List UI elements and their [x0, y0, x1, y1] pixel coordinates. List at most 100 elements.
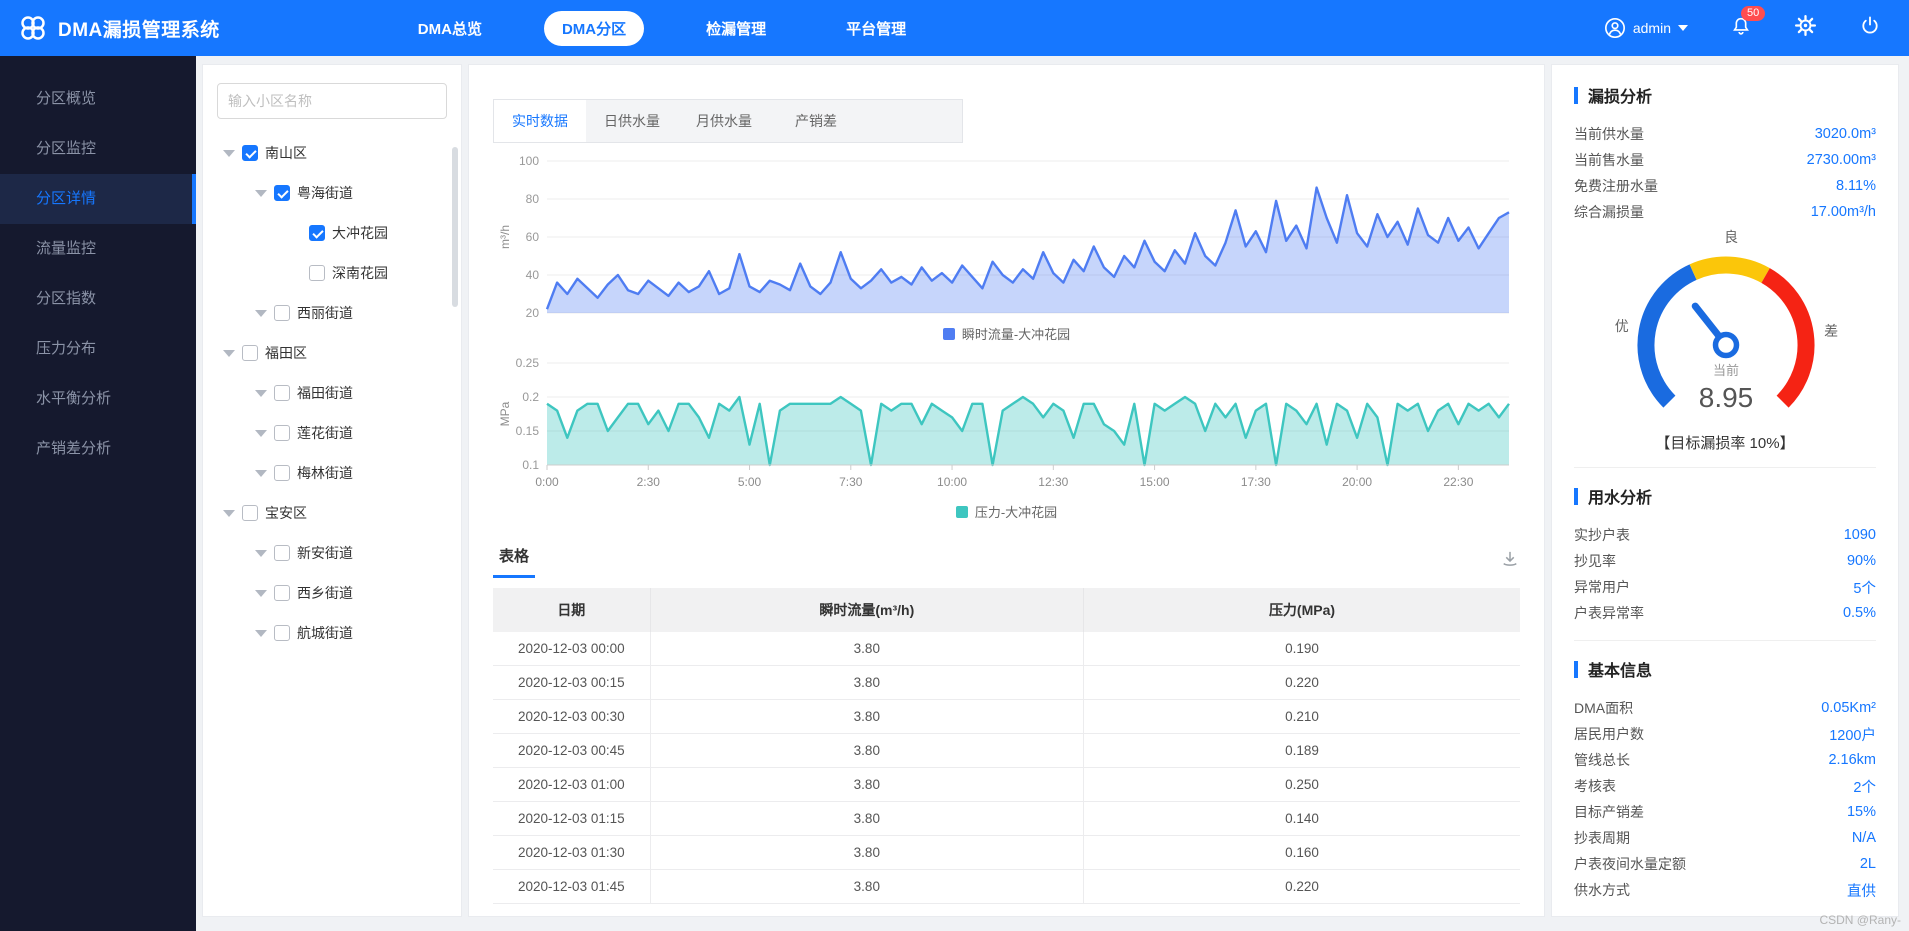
info-value: 17.00m³/h [1811, 204, 1876, 220]
user-menu[interactable]: admin [1604, 17, 1688, 39]
tree-node-8[interactable]: 梅林街道 [217, 453, 447, 493]
tree-node-9[interactable]: 宝安区 [217, 493, 447, 533]
tree-checkbox[interactable] [242, 145, 258, 161]
info-row: 实抄户表1090 [1574, 522, 1876, 548]
tree-checkbox[interactable] [242, 345, 258, 361]
info-label: DMA面积 [1574, 698, 1633, 718]
info-row: 免费注册水量8.11% [1574, 173, 1876, 199]
sidebar-item-3[interactable]: 流量监控 [0, 224, 196, 274]
tree-node-4[interactable]: 西丽街道 [217, 293, 447, 333]
info-row: 居民用户数1200户 [1574, 721, 1876, 747]
tree-node-6[interactable]: 福田街道 [217, 373, 447, 413]
settings-button[interactable] [1794, 14, 1817, 42]
chart-tab-3[interactable]: 产销差 [770, 100, 862, 142]
tree-node-12[interactable]: 航城街道 [217, 613, 447, 653]
info-label: 当前供水量 [1574, 124, 1644, 144]
chart-tab-0[interactable]: 实时数据 [494, 100, 586, 142]
tree-checkbox[interactable] [309, 225, 325, 241]
download-button[interactable] [1500, 549, 1520, 574]
svg-text:12:30: 12:30 [1038, 475, 1068, 489]
tree-checkbox[interactable] [274, 385, 290, 401]
info-row: 综合漏损量17.00m³/h [1574, 199, 1876, 225]
caret-down-icon[interactable] [255, 430, 267, 437]
chart-tab-1[interactable]: 日供水量 [586, 100, 678, 142]
nav-tab-3[interactable]: 平台管理 [828, 11, 924, 46]
info-value: N/A [1852, 830, 1876, 846]
tree-checkbox[interactable] [274, 545, 290, 561]
info-row: 目标产销差15% [1574, 799, 1876, 825]
body-row: 分区概览分区监控分区详情流量监控分区指数压力分布水平衡分析产销差分析 南山区粤海… [0, 56, 1909, 931]
caret-down-icon[interactable] [255, 310, 267, 317]
sidebar-item-1[interactable]: 分区监控 [0, 124, 196, 174]
svg-text:差: 差 [1824, 323, 1838, 339]
table-cell: 3.80 [650, 836, 1083, 870]
sidebar-item-4[interactable]: 分区指数 [0, 274, 196, 324]
info-label: 目标产销差 [1574, 802, 1644, 822]
nav-tab-1[interactable]: DMA分区 [544, 11, 644, 46]
notifications-button[interactable]: 50 [1730, 15, 1752, 42]
section-title: 基本信息 [1574, 657, 1876, 681]
flow-chart-legend[interactable]: 瞬时流量-大冲花园 [493, 324, 1520, 343]
tree-node-10[interactable]: 新安街道 [217, 533, 447, 573]
caret-down-icon[interactable] [223, 510, 235, 517]
gauge-target-text: 【目标漏损率 10%】 [1574, 432, 1876, 453]
sidebar-item-5[interactable]: 压力分布 [0, 324, 196, 374]
tree-node-7[interactable]: 莲花街道 [217, 413, 447, 453]
table-cell: 0.220 [1084, 870, 1520, 904]
section-title: 用水分析 [1574, 484, 1876, 508]
tree-node-label: 西乡街道 [297, 583, 353, 603]
tree-checkbox[interactable] [274, 625, 290, 641]
logout-button[interactable] [1859, 15, 1881, 42]
tree-checkbox[interactable] [274, 305, 290, 321]
zone-tree-panel: 南山区粤海街道大冲花园深南花园西丽街道福田区福田街道莲花街道梅林街道宝安区新安街… [202, 64, 462, 917]
search-input[interactable] [217, 83, 447, 119]
sidebar-item-6[interactable]: 水平衡分析 [0, 374, 196, 424]
table-cell: 3.80 [650, 666, 1083, 700]
table-cell: 2020-12-03 01:30 [493, 836, 650, 870]
nav-tab-0[interactable]: DMA总览 [400, 11, 500, 46]
info-row: DMA面积0.05Km² [1574, 695, 1876, 721]
table-cell: 0.190 [1084, 632, 1520, 666]
caret-down-icon[interactable] [255, 630, 267, 637]
tree-checkbox[interactable] [242, 505, 258, 521]
tree-node-5[interactable]: 福田区 [217, 333, 447, 373]
tree-checkbox[interactable] [274, 585, 290, 601]
sidebar-item-7[interactable]: 产销差分析 [0, 424, 196, 474]
chart-tab-2[interactable]: 月供水量 [678, 100, 770, 142]
user-name: admin [1633, 20, 1671, 36]
caret-down-icon[interactable] [223, 350, 235, 357]
table-cell: 2020-12-03 00:00 [493, 632, 650, 666]
leak-rate-gauge: 优良差当前8.95 【目标漏损率 10%】 [1574, 229, 1876, 453]
caret-down-icon[interactable] [255, 190, 267, 197]
table-row: 2020-12-03 01:453.800.220 [493, 870, 1520, 904]
tree-node-3[interactable]: 深南花园 [217, 253, 447, 293]
tree-node-2[interactable]: 大冲花园 [217, 213, 447, 253]
tree-node-0[interactable]: 南山区 [217, 133, 447, 173]
caret-down-icon[interactable] [223, 150, 235, 157]
svg-text:5:00: 5:00 [738, 475, 762, 489]
tree-checkbox[interactable] [274, 185, 290, 201]
section-title-text: 基本信息 [1588, 657, 1652, 681]
section-leak-analysis: 漏损分析 当前供水量3020.0m³当前售水量2730.00m³免费注册水量8.… [1574, 83, 1876, 453]
info-label: 供水方式 [1574, 880, 1630, 900]
tree-scrollbar[interactable] [452, 147, 458, 307]
caret-down-icon[interactable] [255, 590, 267, 597]
tree-node-11[interactable]: 西乡街道 [217, 573, 447, 613]
table-cell: 3.80 [650, 802, 1083, 836]
table-cell: 0.210 [1084, 700, 1520, 734]
tab-table[interactable]: 表格 [493, 545, 535, 578]
tree-checkbox[interactable] [274, 425, 290, 441]
nav-tab-2[interactable]: 检漏管理 [688, 11, 784, 46]
table-row: 2020-12-03 00:003.800.190 [493, 632, 1520, 666]
svg-text:7:30: 7:30 [839, 475, 863, 489]
caret-down-icon[interactable] [255, 390, 267, 397]
tree-checkbox[interactable] [309, 265, 325, 281]
pressure-chart-legend[interactable]: 压力-大冲花园 [493, 502, 1520, 521]
caret-down-icon[interactable] [255, 550, 267, 557]
tree-checkbox[interactable] [274, 465, 290, 481]
sidebar-item-0[interactable]: 分区概览 [0, 74, 196, 124]
sidebar-item-2[interactable]: 分区详情 [0, 174, 196, 224]
tree-node-1[interactable]: 粤海街道 [217, 173, 447, 213]
info-row: 供水方式直供 [1574, 877, 1876, 903]
caret-down-icon[interactable] [255, 470, 267, 477]
